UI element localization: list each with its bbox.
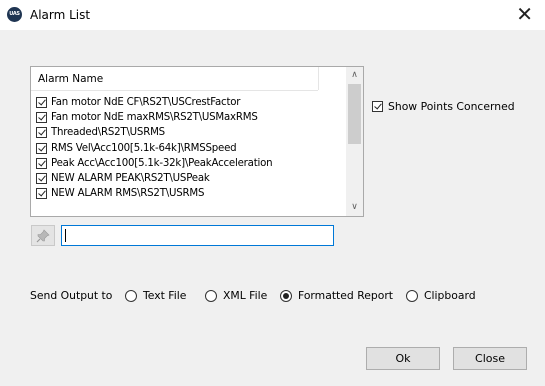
alarm-list[interactable]: Alarm Name Fan motor NdE CF\RS2T\USCrest…: [30, 66, 364, 217]
radio-circle[interactable]: [205, 289, 217, 302]
text-caret: [65, 229, 66, 242]
item-checkbox[interactable]: [36, 157, 47, 169]
item-label: Fan motor NdE CF\RS2T\USCrestFactor: [51, 97, 241, 109]
list-item[interactable]: NEW ALARM PEAK\RS2T\USPeak: [36, 171, 272, 186]
header-divider: [318, 67, 319, 90]
ok-button[interactable]: Ok: [366, 347, 440, 370]
item-checkbox[interactable]: [36, 142, 47, 154]
column-header-alarm-name[interactable]: Alarm Name: [31, 67, 318, 91]
show-points-concerned-option[interactable]: Show Points Concerned: [372, 100, 515, 113]
item-label: Fan motor NdE maxRMS\RS2T\USMaxRMS: [51, 112, 258, 124]
scroll-up-icon[interactable]: ∧: [346, 67, 363, 84]
radio-circle[interactable]: [125, 289, 137, 302]
radio-formatted-report[interactable]: Formatted Report: [280, 289, 393, 302]
list-scrollbar[interactable]: ∧ ∨: [346, 67, 363, 216]
item-label: NEW ALARM PEAK\RS2T\USPeak: [51, 173, 210, 185]
pin-button[interactable]: [31, 225, 55, 246]
show-points-checkbox[interactable]: [372, 101, 383, 112]
list-item[interactable]: Peak Acc\Acc100[5.1k-32k]\PeakAccelerati…: [36, 156, 273, 171]
window-title: Alarm List: [30, 8, 91, 22]
scroll-down-icon[interactable]: ∨: [346, 199, 363, 216]
item-label: RMS Vel\Acc100[5.1k-64k]\RMSSpeed: [51, 142, 237, 154]
item-label: Peak Acc\Acc100[5.1k-32k]\PeakAccelerati…: [51, 157, 273, 169]
list-item[interactable]: Fan motor NdE CF\RS2T\USCrestFactor: [36, 95, 272, 110]
item-checkbox[interactable]: [36, 127, 47, 139]
list-item[interactable]: Threaded\RS2T\USRMS: [36, 125, 272, 140]
radio-label: Text File: [143, 289, 187, 302]
radio-label: Clipboard: [424, 289, 476, 302]
title-bar: UAS Alarm List ✕: [0, 0, 545, 30]
list-item[interactable]: RMS Vel\Acc100[5.1k-64k]\RMSSpeed: [36, 141, 272, 156]
send-output-label: Send Output to: [30, 289, 113, 302]
close-button[interactable]: Close: [453, 347, 527, 370]
alarm-rows: Fan motor NdE CF\RS2T\USCrestFactor Fan …: [36, 95, 273, 201]
item-label: NEW ALARM RMS\RS2T\USRMS: [51, 188, 205, 200]
item-checkbox[interactable]: [36, 188, 47, 200]
radio-circle[interactable]: [280, 289, 292, 302]
close-window-button[interactable]: ✕: [516, 3, 533, 25]
radio-label: XML File: [223, 289, 268, 302]
item-checkbox[interactable]: [36, 112, 47, 124]
filter-input[interactable]: [61, 225, 334, 246]
item-checkbox[interactable]: [36, 173, 47, 185]
app-logo-icon: UAS: [7, 7, 22, 22]
radio-circle[interactable]: [406, 289, 418, 302]
list-item[interactable]: NEW ALARM RMS\RS2T\USRMS: [36, 186, 272, 201]
show-points-label: Show Points Concerned: [388, 100, 515, 113]
radio-label: Formatted Report: [298, 289, 393, 302]
radio-text-file[interactable]: Text File: [125, 289, 186, 302]
item-checkbox[interactable]: [36, 97, 47, 109]
scrollbar-thumb[interactable]: [348, 84, 361, 144]
radio-clipboard[interactable]: Clipboard: [406, 289, 476, 302]
radio-xml-file[interactable]: XML File: [205, 289, 267, 302]
pin-icon: [36, 229, 50, 243]
list-item[interactable]: Fan motor NdE maxRMS\RS2T\USMaxRMS: [36, 110, 272, 125]
item-label: Threaded\RS2T\USRMS: [51, 127, 165, 139]
